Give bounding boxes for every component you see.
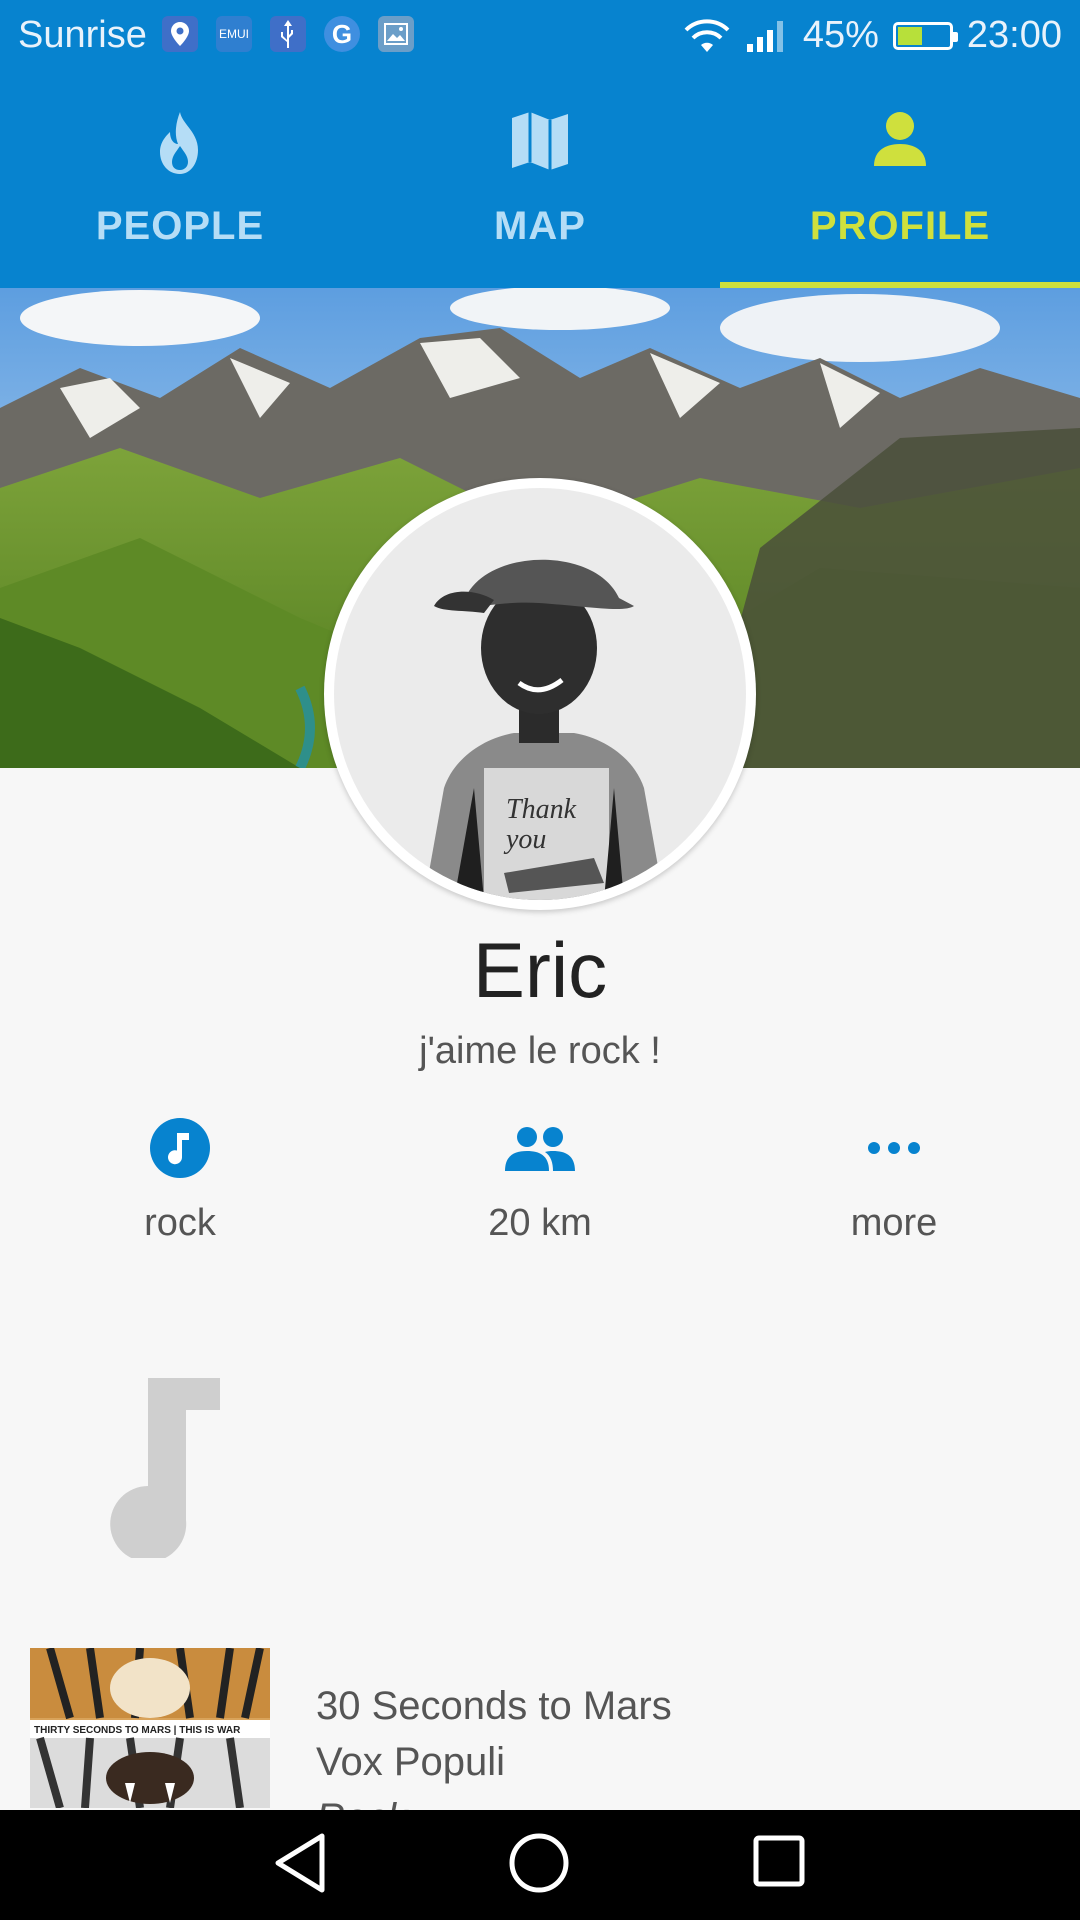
home-icon[interactable] (508, 1832, 570, 1894)
signal-icon (746, 20, 783, 52)
flame-icon (160, 112, 198, 174)
more-horiz-icon (868, 1142, 920, 1154)
system-nav-bar (0, 1810, 1080, 1920)
track-item[interactable]: THIRTY SECONDS TO MARS | THIS IS WAR 30 … (30, 1648, 1050, 1840)
stat-more[interactable]: more (744, 1112, 1044, 1245)
avatar: Thank you (334, 488, 746, 900)
album-banner-text: THIRTY SECONDS TO MARS | THIS IS WAR (34, 1725, 241, 1736)
track-title: Vox Populi (316, 1740, 506, 1784)
tab-label: MAP (494, 204, 586, 248)
battery-icon (892, 21, 958, 50)
tab-bar: PEOPLE MAP PROFILE (0, 72, 1080, 288)
notification-icons: EMUI G (162, 16, 414, 52)
track-artist: 30 Seconds to Mars (316, 1684, 672, 1728)
battery-percent: 45% (802, 14, 879, 56)
avatar-frame[interactable]: Thank you (324, 478, 756, 910)
image-icon (378, 16, 414, 52)
stat-distance[interactable]: 20 km (390, 1112, 690, 1245)
carrier-label: Sunrise (18, 14, 147, 56)
stat-label: 20 km (488, 1202, 592, 1244)
back-icon[interactable] (272, 1832, 328, 1894)
location-pin-icon (162, 16, 198, 52)
stat-label: rock (144, 1202, 216, 1244)
google-icon: G (324, 16, 360, 52)
tab-people[interactable]: PEOPLE (0, 72, 360, 288)
recents-icon[interactable] (752, 1832, 808, 1888)
music-note-circle-icon (150, 1118, 210, 1178)
person-icon (874, 112, 926, 166)
status-bar: Sunrise EMUI G 45% 23:00 (0, 0, 1080, 72)
profile-name: Eric (472, 926, 608, 1014)
tab-label: PROFILE (809, 204, 991, 248)
tab-profile[interactable]: PROFILE (720, 72, 1080, 288)
album-art: THIRTY SECONDS TO MARS | THIS IS WAR (30, 1648, 270, 1808)
shirt-text-1: Thank (506, 794, 577, 825)
map-icon (512, 112, 568, 170)
emui-icon: EMUI (216, 16, 252, 52)
profile-status: j'aime le rock ! (419, 1030, 661, 1072)
tab-label: PEOPLE (95, 204, 265, 248)
music-section-icon (110, 1378, 220, 1558)
wifi-icon (684, 18, 730, 52)
stat-label: more (850, 1202, 938, 1244)
tab-map[interactable]: MAP (360, 72, 720, 288)
people-icon (505, 1127, 575, 1171)
status-right: 45% 23:00 (683, 14, 1062, 57)
shirt-text-2: you (503, 824, 546, 855)
clock: 23:00 (966, 14, 1062, 56)
usb-icon (270, 16, 306, 52)
stat-genre[interactable]: rock (30, 1112, 330, 1245)
